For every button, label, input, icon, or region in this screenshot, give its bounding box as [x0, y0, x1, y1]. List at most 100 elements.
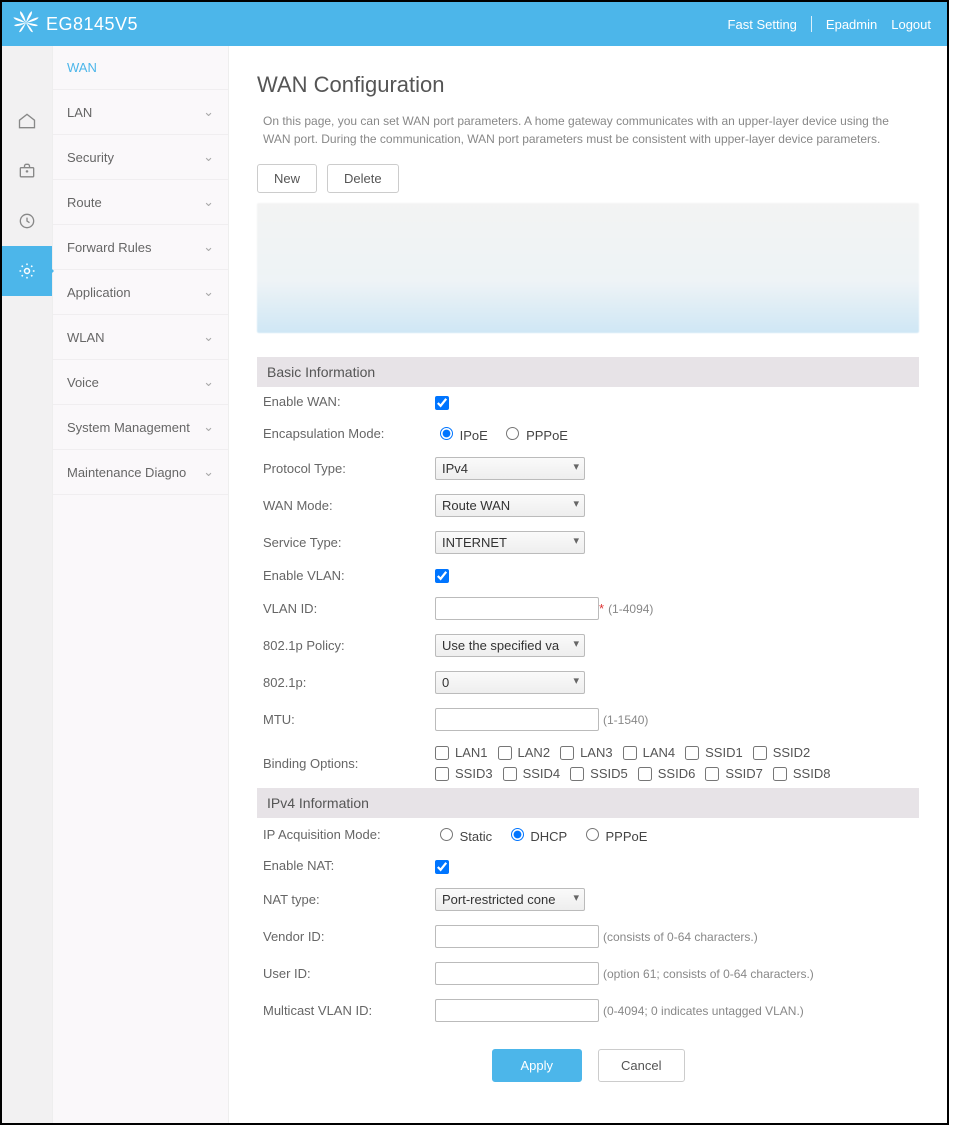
binding-ssid3[interactable]: SSID3 [435, 766, 493, 781]
binding-lan4[interactable]: LAN4 [623, 745, 676, 760]
mtu-label: MTU: [257, 701, 429, 738]
new-button[interactable]: New [257, 164, 317, 193]
sidebar-item-application[interactable]: Application⌄ [53, 270, 228, 315]
section-ipv4-header: IPv4 Information [257, 788, 919, 818]
service-type-label: Service Type: [257, 524, 429, 561]
binding-ssid5[interactable]: SSID5 [570, 766, 628, 781]
sidebar-item-label: LAN [67, 105, 92, 120]
vlan-id-label: VLAN ID: [257, 590, 429, 627]
wan-mode-select[interactable]: Route WAN [435, 494, 585, 517]
connection-list-placeholder [257, 203, 919, 333]
binding-ssid1[interactable]: SSID1 [685, 745, 743, 760]
fast-setting-link[interactable]: Fast Setting [728, 17, 797, 32]
binding-ssid2[interactable]: SSID2 [753, 745, 811, 760]
vendor-id-label: Vendor ID: [257, 918, 429, 955]
8021p-policy-label: 802.1p Policy: [257, 627, 429, 664]
ipmode-pppoe-option[interactable]: PPPoE [581, 829, 648, 844]
required-marker: * [599, 601, 604, 616]
binding-lan1[interactable]: LAN1 [435, 745, 488, 760]
encap-pppoe-option[interactable]: PPPoE [501, 428, 568, 443]
wan-mode-label: WAN Mode: [257, 487, 429, 524]
ipmode-static-radio[interactable] [440, 828, 453, 841]
mtu-input[interactable] [435, 708, 599, 731]
top-bar: EG8145V5 Fast Setting Epadmin Logout [2, 2, 947, 46]
enable-vlan-checkbox[interactable] [435, 569, 449, 583]
binding-ssid4[interactable]: SSID4 [503, 766, 561, 781]
ipmode-pppoe-radio[interactable] [586, 828, 599, 841]
enable-wan-checkbox[interactable] [435, 396, 449, 410]
delete-button[interactable]: Delete [327, 164, 399, 193]
ipv4-form: IP Acquisition Mode: Static DHCP PPPoE E… [257, 818, 919, 1029]
binding-ssid7[interactable]: SSID7 [705, 766, 763, 781]
sidebar-item-wan[interactable]: WAN [53, 46, 228, 90]
ipmode-dhcp-radio[interactable] [511, 828, 524, 841]
enable-nat-checkbox[interactable] [435, 860, 449, 874]
logout-link[interactable]: Logout [891, 17, 931, 32]
vlan-id-input[interactable] [435, 597, 599, 620]
8021p-select[interactable]: 0 [435, 671, 585, 694]
sidebar-item-voice[interactable]: Voice ⌄ [53, 360, 228, 405]
user-id-input[interactable] [435, 962, 599, 985]
sidebar-item-maintenance-diagno[interactable]: Maintenance Diagno⌄ [53, 450, 228, 495]
ipmode-dhcp-option[interactable]: DHCP [506, 829, 567, 844]
huawei-icon [12, 9, 40, 40]
binding-options-group: LAN1 LAN2 LAN3 LAN4 SSID1 SSID2 SSID3 SS… [435, 745, 855, 781]
cancel-button[interactable]: Cancel [598, 1049, 684, 1082]
binding-lan3[interactable]: LAN3 [560, 745, 613, 760]
sidebar-item-label: WAN [67, 60, 97, 75]
vendor-id-input[interactable] [435, 925, 599, 948]
encap-ipoe-radio[interactable] [440, 427, 453, 440]
multicast-vlan-label: Multicast VLAN ID: [257, 992, 429, 1029]
main-content: WAN Configuration On this page, you can … [229, 46, 947, 1123]
binding-ssid8[interactable]: SSID8 [773, 766, 831, 781]
icon-column [2, 46, 53, 1123]
enable-vlan-label: Enable VLAN: [257, 561, 429, 591]
apply-button[interactable]: Apply [492, 1049, 583, 1082]
nat-type-label: NAT type: [257, 881, 429, 918]
multicast-vlan-hint: (0-4094; 0 indicates untagged VLAN.) [603, 1004, 804, 1018]
user-id-label: User ID: [257, 955, 429, 992]
enable-nat-label: Enable NAT: [257, 851, 429, 881]
app-frame: EG8145V5 Fast Setting Epadmin Logout [0, 0, 949, 1125]
protocol-type-select[interactable]: IPv4 [435, 457, 585, 480]
sidebar-item-forward-rules[interactable]: Forward Rules⌄ [53, 225, 228, 270]
basic-form: Enable WAN: Encapsulation Mode: IPoE PPP… [257, 387, 919, 788]
clock-icon[interactable] [2, 196, 52, 246]
sidebar-item-label: Route [67, 195, 102, 210]
footer-buttons: Apply Cancel [257, 1049, 919, 1082]
chevron-down-icon: ⌄ [203, 149, 214, 165]
user-link[interactable]: Epadmin [826, 17, 877, 32]
sidebar-item-label: Forward Rules [67, 240, 152, 255]
home-icon[interactable] [2, 96, 52, 146]
chevron-down-icon: ⌄ [203, 194, 214, 210]
sidebar-item-label: WLAN [67, 330, 105, 345]
sidebar-item-wlan[interactable]: WLAN ⌄ [53, 315, 228, 360]
sidebar-item-label: Security [67, 150, 114, 165]
enable-wan-label: Enable WAN: [257, 387, 429, 417]
chevron-down-icon: ⌄ [203, 329, 214, 345]
ipmode-static-option[interactable]: Static [435, 829, 492, 844]
multicast-vlan-input[interactable] [435, 999, 599, 1022]
encap-ipoe-option[interactable]: IPoE [435, 428, 488, 443]
binding-lan2[interactable]: LAN2 [498, 745, 551, 760]
sidebar-item-lan[interactable]: LAN⌄ [53, 90, 228, 135]
sidebar-item-label: Maintenance Diagno [67, 465, 186, 480]
service-type-select[interactable]: INTERNET [435, 531, 585, 554]
sidebar-item-security[interactable]: Security ⌄ [53, 135, 228, 180]
chevron-down-icon: ⌄ [203, 419, 214, 435]
encap-pppoe-radio[interactable] [506, 427, 519, 440]
chevron-down-icon: ⌄ [203, 374, 214, 390]
sidebar-item-route[interactable]: Route ⌄ [53, 180, 228, 225]
mtu-hint: (1-1540) [603, 713, 648, 727]
toolbox-icon[interactable] [2, 146, 52, 196]
8021p-label: 802.1p: [257, 664, 429, 701]
binding-ssid6[interactable]: SSID6 [638, 766, 696, 781]
vendor-id-hint: (consists of 0-64 characters.) [603, 930, 758, 944]
sidebar-item-system-management[interactable]: System Management⌄ [53, 405, 228, 450]
gear-icon[interactable] [2, 246, 52, 296]
nat-type-select[interactable]: Port-restricted cone [435, 888, 585, 911]
sidebar-item-label: Voice [67, 375, 99, 390]
sidebar-item-label: Application [67, 285, 131, 300]
user-id-hint: (option 61; consists of 0-64 characters.… [603, 967, 814, 981]
8021p-policy-select[interactable]: Use the specified va [435, 634, 585, 657]
